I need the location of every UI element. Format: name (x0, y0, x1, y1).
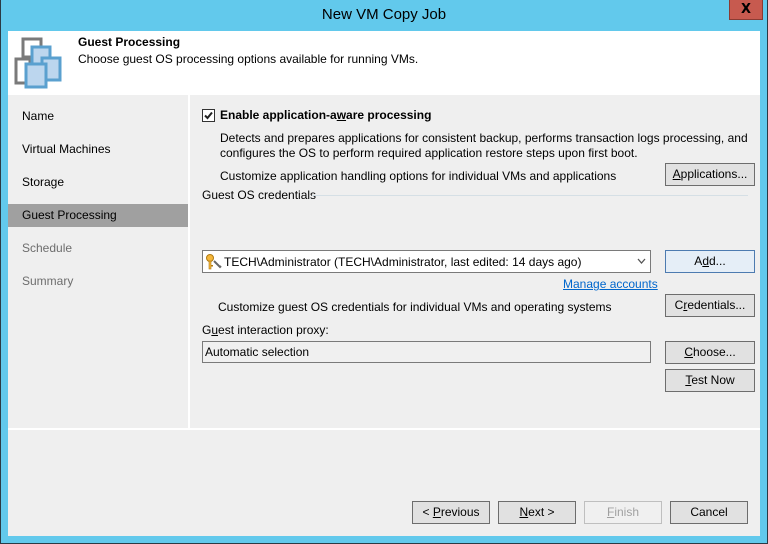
app-handling-text: Customize application handling options f… (220, 169, 617, 183)
checkmark-icon (204, 111, 213, 120)
sidebar-item-storage[interactable]: Storage (8, 171, 188, 194)
add-credentials-button[interactable]: Add... (665, 250, 755, 273)
step-subtitle: Choose guest OS processing options avail… (78, 52, 419, 66)
applications-button[interactable]: Applications... (665, 163, 755, 186)
previous-button[interactable]: < Previous (412, 501, 490, 524)
wizard-steps: Name Virtual Machines Storage Guest Proc… (8, 95, 190, 428)
test-now-button[interactable]: Test Now (665, 369, 755, 392)
proxy-value: Automatic selection (205, 345, 310, 359)
sidebar-item-summary: Summary (22, 274, 74, 288)
sidebar-item-schedule: Schedule (22, 241, 73, 255)
footer-divider (8, 428, 760, 430)
wizard-body: Guest Processing Choose guest OS process… (8, 31, 760, 536)
sidebar-item-name[interactable]: Name (8, 105, 188, 128)
proxy-field[interactable]: Automatic selection (202, 341, 651, 363)
credentials-selected: TECH\Administrator (TECH\Administrator, … (224, 255, 582, 269)
sidebar-item-guest-processing[interactable]: Guest Processing (8, 204, 188, 227)
manage-accounts-link[interactable]: Manage accounts (563, 277, 658, 291)
guest-processing-panel: Enable application-aware processing Dete… (190, 95, 760, 428)
app-aware-checkbox[interactable] (202, 109, 215, 122)
proxy-label: Guest interaction proxy: (202, 323, 329, 337)
step-header: Guest Processing Choose guest OS process… (8, 31, 760, 95)
wizard-window: New VM Copy Job X Guest Processing Choos… (1, 0, 767, 543)
title-bar: New VM Copy Job X (1, 0, 767, 31)
credentials-group-label: Guest OS credentials (202, 188, 317, 202)
credentials-dropdown[interactable]: TECH\Administrator (TECH\Administrator, … (202, 250, 651, 273)
close-button[interactable]: X (729, 0, 763, 20)
app-aware-description-2: configures the OS to perform required ap… (220, 146, 638, 160)
step-title: Guest Processing (78, 35, 181, 49)
app-aware-label[interactable]: Enable application-aware processing (220, 108, 431, 122)
next-button[interactable]: Next > (498, 501, 576, 524)
window-title: New VM Copy Job (321, 6, 447, 23)
finish-button: Finish (584, 501, 662, 524)
group-divider (312, 195, 748, 196)
vm-copy-icon (14, 37, 62, 89)
app-aware-description-1: Detects and prepares applications for co… (220, 131, 748, 145)
cancel-button[interactable]: Cancel (670, 501, 748, 524)
close-icon: X (740, 2, 752, 17)
sidebar-item-virtual-machines[interactable]: Virtual Machines (8, 138, 188, 161)
choose-proxy-button[interactable]: Choose... (665, 341, 755, 364)
key-icon (206, 254, 222, 270)
credentials-customize-text: Customize guest OS credentials for indiv… (218, 300, 612, 314)
credentials-button[interactable]: Credentials... (665, 294, 755, 317)
chevron-down-icon (637, 258, 646, 264)
